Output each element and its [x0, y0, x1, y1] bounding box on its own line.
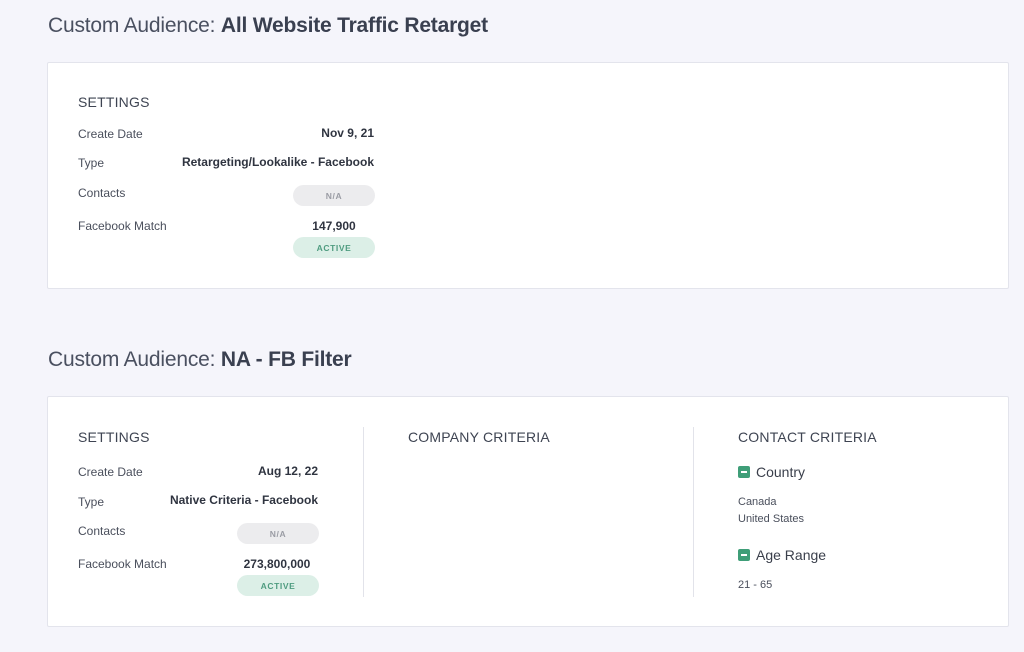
country-label: Country	[756, 464, 806, 480]
status-badge: ACTIVE	[293, 237, 375, 258]
facebook-match-value: 147,900	[312, 219, 356, 233]
type-value: Retargeting/Lookalike - Facebook	[181, 155, 374, 169]
contact-criteria-heading: CONTACT CRITERIA	[738, 429, 877, 445]
audience-title: Custom Audience: NA - FB Filter	[48, 348, 352, 372]
country-criteria-toggle[interactable]: Country	[738, 464, 805, 480]
type-label: Type	[78, 495, 105, 509]
collapse-minus-icon[interactable]	[738, 466, 750, 478]
age-range-value: 21 - 65	[738, 579, 773, 591]
audience-title-prefix: Custom Audience:	[48, 348, 221, 371]
facebook-match-label: Facebook Match	[78, 219, 167, 233]
collapse-minus-icon[interactable]	[738, 549, 750, 561]
settings-heading: SETTINGS	[78, 94, 150, 110]
age-range-label: Age Range	[756, 547, 827, 563]
country-item: Canada	[738, 496, 777, 508]
audience-card: SETTINGS Create Date Nov 9, 21 Type Reta…	[47, 62, 1009, 289]
audience-name: NA - FB Filter	[220, 348, 352, 371]
country-list: Canada United States	[738, 494, 804, 528]
age-range-criteria-toggle[interactable]: Age Range	[738, 547, 826, 563]
contacts-na-badge: N/A	[237, 523, 319, 544]
create-date-label: Create Date	[78, 127, 143, 141]
column-divider	[693, 427, 694, 597]
create-date-value: Nov 9, 21	[321, 126, 374, 140]
company-criteria-heading: COMPANY CRITERIA	[408, 429, 550, 445]
type-value: Native Criteria - Facebook	[169, 493, 318, 507]
country-item: United States	[738, 513, 805, 525]
facebook-match-value: 273,800,000	[243, 557, 311, 571]
create-date-label: Create Date	[78, 465, 143, 479]
audience-name: All Website Traffic Retarget	[220, 14, 488, 37]
audience-title-prefix: Custom Audience:	[48, 14, 221, 37]
settings-heading: SETTINGS	[78, 429, 150, 445]
column-divider	[363, 427, 364, 597]
facebook-match-label: Facebook Match	[78, 557, 167, 571]
audience-title: Custom Audience: All Website Traffic Ret…	[48, 14, 488, 38]
type-label: Type	[78, 156, 105, 170]
status-badge: ACTIVE	[237, 575, 319, 596]
create-date-value: Aug 12, 22	[257, 464, 318, 478]
audience-card: SETTINGS Create Date Aug 12, 22 Type Nat…	[47, 396, 1009, 627]
contacts-na-badge: N/A	[293, 185, 375, 206]
contacts-label: Contacts	[78, 524, 126, 538]
contacts-label: Contacts	[78, 186, 126, 200]
